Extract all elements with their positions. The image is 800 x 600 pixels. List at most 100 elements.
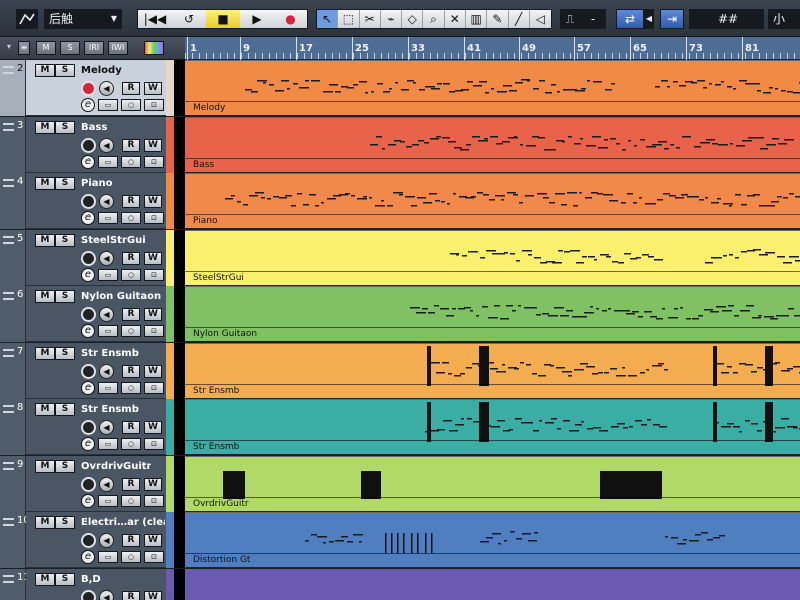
lane-icon[interactable]: ⊡ — [144, 551, 164, 563]
inserts-icon[interactable]: ▭ — [98, 438, 118, 450]
inserts-icon[interactable]: ▭ — [98, 99, 118, 111]
sends-icon[interactable]: ○ — [121, 381, 141, 394]
record-enable-button[interactable] — [81, 137, 96, 153]
read-automation-button[interactable]: R — [122, 421, 140, 434]
line-tool-icon[interactable]: ╱ — [509, 10, 530, 28]
record-enable-button[interactable] — [81, 533, 96, 548]
track-name[interactable]: Str Ensmb — [81, 404, 139, 415]
mute-button[interactable]: M — [35, 290, 55, 303]
track-row[interactable]: 3 M S Bass ◀ R We ▭ ○ ⊡ Bass — [0, 116, 800, 173]
grid-type-select[interactable]: 小 — [768, 9, 800, 29]
read-automation-button[interactable]: R — [122, 364, 140, 378]
solo-button[interactable]: S — [55, 177, 75, 190]
solo-button[interactable]: S — [55, 120, 75, 134]
midi-part[interactable]: Nylon Guitaon — [185, 286, 800, 342]
track-row[interactable]: 8 M S Str Ensmb ◀ R We ▭ ○ ⊡ Str Ensmb — [0, 399, 800, 455]
lane-icon[interactable]: ⊡ — [144, 381, 164, 394]
solo-button[interactable]: S — [55, 516, 75, 529]
snap-to-zero-button[interactable]: ⇥ — [660, 9, 684, 29]
mute-button[interactable]: M — [35, 120, 55, 134]
track-menu-icon[interactable] — [3, 292, 14, 300]
midi-part[interactable]: Melody — [185, 60, 800, 116]
midi-part[interactable]: Bass — [185, 116, 800, 173]
mute-button[interactable]: M — [35, 459, 55, 473]
midi-part[interactable] — [185, 568, 800, 600]
track-number-cell[interactable]: 3 — [0, 116, 26, 173]
track-number-cell[interactable]: 4 — [0, 173, 26, 229]
draw-tool-icon[interactable]: ✎ — [487, 10, 509, 28]
record-enable-button[interactable] — [81, 307, 96, 322]
mute-button[interactable]: M — [35, 346, 55, 360]
record-enable-button[interactable] — [81, 363, 96, 379]
time-warp-tool-icon[interactable]: ▥ — [466, 10, 488, 28]
cycle-button[interactable]: ↺ — [172, 10, 206, 28]
snap-mode-arrow-icon[interactable]: ◀ — [644, 9, 654, 29]
write-all-button[interactable]: IWI — [108, 41, 128, 55]
edit-channel-button[interactable]: e — [81, 380, 95, 395]
track-name[interactable]: OvrdrivGuitr — [81, 461, 151, 472]
track-row[interactable]: 4 M S Piano ◀ R We ▭ ○ ⊡ Piano — [0, 173, 800, 229]
track-name[interactable]: SteelStrGui — [81, 235, 146, 246]
mute-button[interactable]: M — [35, 233, 55, 247]
inserts-icon[interactable]: ▭ — [98, 155, 118, 168]
read-automation-button[interactable]: R — [122, 251, 140, 265]
monitor-button[interactable]: ◀ — [99, 533, 114, 548]
inserts-icon[interactable]: ▭ — [98, 268, 118, 281]
sends-icon[interactable]: ○ — [121, 325, 141, 337]
midi-part[interactable]: Piano — [185, 173, 800, 229]
record-enable-button[interactable] — [81, 476, 96, 492]
collapse-icon[interactable]: ▾ — [4, 41, 14, 55]
track-number-cell[interactable]: 8 — [0, 399, 26, 455]
lane-icon[interactable]: ⊡ — [144, 212, 164, 224]
zoom-tool-icon[interactable]: ⌕ — [423, 10, 445, 28]
record-enable-button[interactable] — [81, 420, 96, 435]
solo-button[interactable]: S — [55, 346, 75, 360]
sends-icon[interactable]: ○ — [121, 551, 141, 563]
record-enable-button[interactable] — [81, 589, 96, 600]
track-row[interactable]: 6 M S Nylon Guitaon ◀ R We ▭ ○ ⊡ Nylon Guitaon — [0, 286, 800, 342]
track-row[interactable]: 9 M S OvrdrivGuitr ◀ R We ▭ ○ ⊡ OvrdrivGuitr — [0, 455, 800, 512]
track-menu-icon[interactable] — [3, 179, 14, 187]
monitor-button[interactable]: ◀ — [99, 137, 114, 153]
midi-part[interactable]: OvrdrivGuitr — [185, 455, 800, 512]
inserts-icon[interactable]: ▭ — [98, 212, 118, 224]
track-row[interactable]: 2 M S Melody ◀ R We ▭ ○ ⊡ Melody — [0, 60, 800, 116]
mute-all-button[interactable]: M — [36, 41, 56, 55]
track-menu-icon[interactable] — [3, 235, 14, 244]
lane-icon[interactable]: ⊡ — [144, 155, 164, 168]
global-menu-icon[interactable]: ≡ — [18, 41, 30, 55]
monitor-button[interactable]: ◀ — [99, 476, 114, 492]
write-automation-button[interactable]: W — [144, 421, 162, 434]
mute-button[interactable]: M — [35, 403, 55, 416]
range-selection-tool-icon[interactable]: ⬚ — [338, 10, 360, 28]
lane-icon[interactable]: ⊡ — [144, 268, 164, 281]
track-row[interactable]: 11MSB,D◀RWe▭○⊡ — [0, 568, 800, 600]
track-name[interactable]: Melody — [81, 65, 122, 76]
edit-channel-button[interactable]: e — [81, 493, 95, 508]
solo-button[interactable]: S — [55, 572, 75, 586]
write-automation-button[interactable]: W — [144, 82, 162, 95]
track-menu-icon[interactable] — [3, 66, 14, 74]
midi-part[interactable]: Str Ensmb — [185, 399, 800, 455]
track-menu-icon[interactable] — [3, 518, 14, 526]
read-automation-button[interactable]: R — [122, 590, 140, 600]
read-automation-button[interactable]: R — [122, 195, 140, 208]
midi-part[interactable]: SteelStrGui — [185, 229, 800, 286]
sends-icon[interactable]: ○ — [121, 212, 141, 224]
track-row[interactable]: 10 MS Electri…ar (clear ◀ RWe▭○⊡ Distortion G… — [0, 512, 800, 568]
split-tool-icon[interactable]: ✂ — [360, 10, 381, 28]
lane-icon[interactable]: ⊡ — [144, 99, 164, 111]
read-automation-button[interactable]: R — [122, 308, 140, 321]
track-menu-icon[interactable] — [3, 405, 14, 413]
track-row[interactable]: 5 M S SteelStrGui ◀ R We ▭ ○ ⊡ SteelStrGui — [0, 229, 800, 286]
track-colors-icon[interactable] — [144, 41, 164, 55]
record-enable-button[interactable] — [81, 194, 96, 209]
track-name[interactable]: Electri…ar (clear — [81, 517, 165, 528]
sends-icon[interactable]: ○ — [121, 99, 141, 111]
record-enable-button[interactable] — [81, 250, 96, 266]
sends-icon[interactable]: ○ — [121, 438, 141, 450]
monitor-button[interactable]: ◀ — [99, 307, 114, 322]
edit-channel-button[interactable]: e — [81, 98, 95, 112]
sends-icon[interactable]: ○ — [121, 268, 141, 281]
edit-channel-button[interactable]: e — [81, 154, 95, 169]
